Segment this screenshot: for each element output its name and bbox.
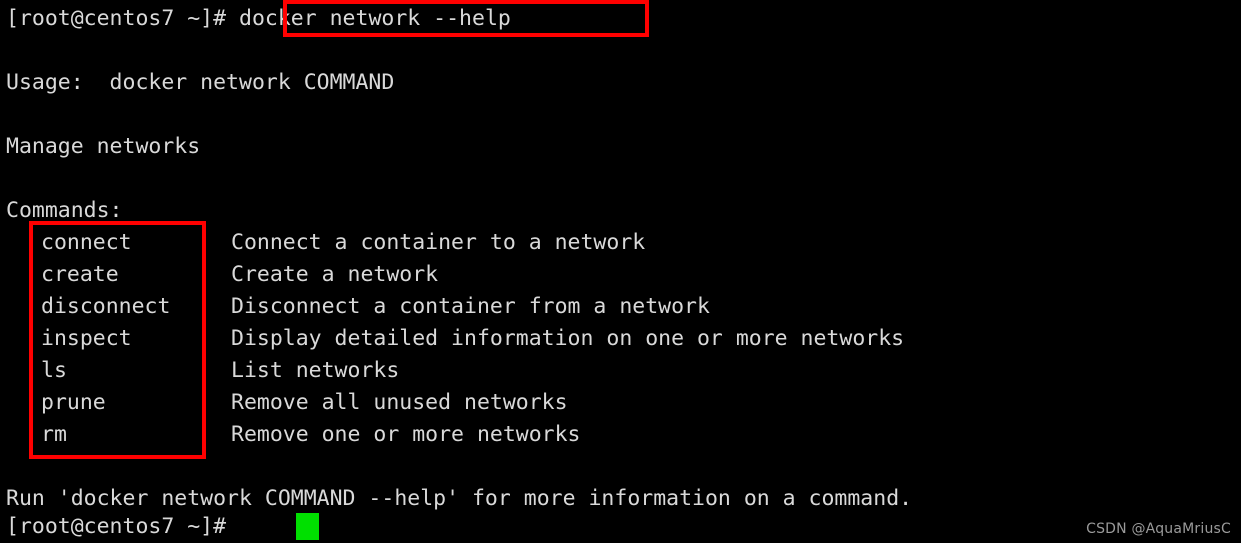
command-description: Remove one or more networks xyxy=(231,422,581,447)
command-name: prune xyxy=(41,390,106,415)
watermark-text: CSDN @AquaMriusC xyxy=(1086,521,1231,537)
terminal-window[interactable]: [root@centos7 ~]# docker network --help … xyxy=(0,0,1241,543)
command-name: ls xyxy=(41,358,67,383)
manage-description-line: Manage networks xyxy=(6,134,201,159)
commands-heading: Commands: xyxy=(6,198,123,223)
command-line-prompt: [root@centos7 ~]# docker network --help xyxy=(6,3,511,35)
command-description: Remove all unused networks xyxy=(231,390,568,415)
command-name: create xyxy=(41,262,119,287)
prompt-string: [root@centos7 ~]# xyxy=(6,6,227,31)
final-prompt-line: [root@centos7 ~]# xyxy=(6,514,239,539)
command-description: Display detailed information on one or m… xyxy=(231,326,905,351)
command-description: List networks xyxy=(231,358,400,383)
typed-command-text: docker network --help xyxy=(226,6,511,31)
command-description: Create a network xyxy=(231,262,439,287)
command-description: Disconnect a container from a network xyxy=(231,294,710,319)
command-description: Connect a container to a network xyxy=(231,230,646,255)
command-name: disconnect xyxy=(41,294,171,319)
usage-line: Usage: docker network COMMAND xyxy=(6,70,395,95)
command-name: connect xyxy=(41,230,132,255)
text-cursor-block xyxy=(296,513,319,540)
command-name: rm xyxy=(41,422,67,447)
command-name: inspect xyxy=(41,326,132,351)
